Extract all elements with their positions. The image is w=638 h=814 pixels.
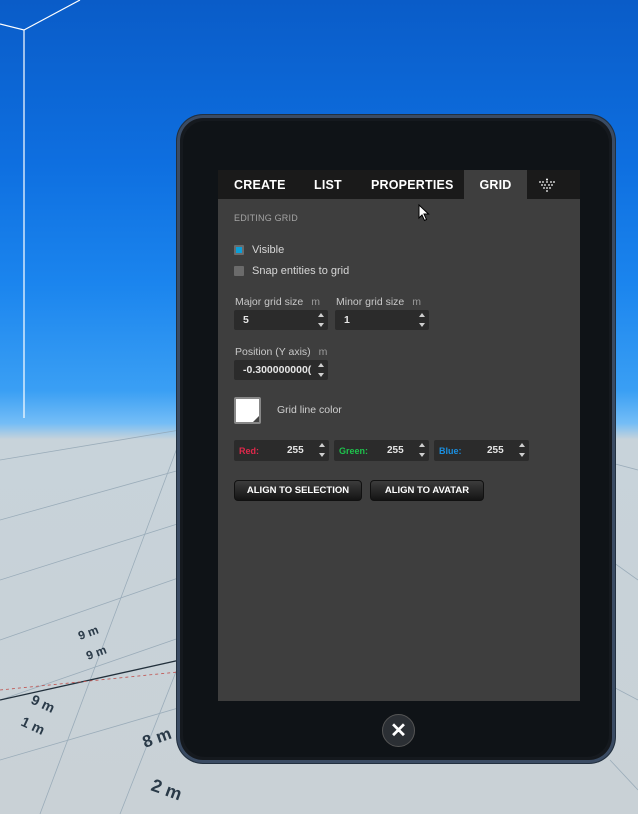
tab-list[interactable]: LIST <box>298 170 355 199</box>
green-value: 255 <box>387 445 404 456</box>
scene-label: 9 m <box>29 691 58 716</box>
major-grid-size-label: Major grid size m <box>235 296 320 308</box>
green-label: Green: <box>339 445 369 456</box>
major-grid-size-stepper[interactable] <box>317 313 325 327</box>
green-stepper[interactable] <box>418 443 426 457</box>
position-y-stepper[interactable] <box>317 363 325 377</box>
snap-checkbox[interactable] <box>234 266 244 276</box>
minor-grid-size-text: Minor grid size <box>336 296 405 308</box>
red-label: Red: <box>239 445 259 456</box>
position-unit: m <box>318 346 328 358</box>
minor-grid-size-value: 1 <box>344 314 350 326</box>
grid-color-label: Grid line color <box>277 404 342 416</box>
tablet-screen: CREATE LIST PROPERTIES GRID EDITING GRID… <box>218 170 580 701</box>
marketplace-tab[interactable] <box>527 170 567 199</box>
tab-properties[interactable]: PROPERTIES <box>355 170 464 199</box>
marketplace-icon <box>539 178 555 192</box>
blue-label: Blue: <box>439 445 462 456</box>
major-unit: m <box>311 296 321 308</box>
tab-bar: CREATE LIST PROPERTIES GRID <box>218 170 580 199</box>
scene-label: 9 m <box>76 623 100 643</box>
red-value: 255 <box>287 445 304 456</box>
major-grid-size-text: Major grid size <box>235 296 304 308</box>
section-title: EDITING GRID <box>234 213 298 223</box>
arrow-down-icon[interactable] <box>519 453 525 457</box>
ground-axis <box>0 671 179 691</box>
arrow-down-icon[interactable] <box>419 453 425 457</box>
align-to-selection-button[interactable]: ALIGN TO SELECTION <box>234 480 362 501</box>
scene-label: 8 m <box>140 724 174 752</box>
arrow-up-icon[interactable] <box>419 443 425 447</box>
ground-axis <box>0 659 181 701</box>
major-grid-size-input[interactable]: 5 <box>234 310 328 330</box>
blue-value: 255 <box>487 445 504 456</box>
arrow-up-icon[interactable] <box>419 313 425 317</box>
color-picker-corner-icon <box>253 416 259 422</box>
arrow-down-icon[interactable] <box>318 373 324 377</box>
position-y-input[interactable]: -0.300000000( <box>234 360 328 380</box>
scene-label: 1 m <box>19 713 48 738</box>
grid-color-swatch[interactable] <box>234 397 261 424</box>
green-input[interactable]: Green: 255 <box>334 440 429 461</box>
red-input[interactable]: Red: 255 <box>234 440 329 461</box>
minor-grid-size-stepper[interactable] <box>418 313 426 327</box>
minor-grid-size-label: Minor grid size m <box>336 296 421 308</box>
align-to-avatar-button[interactable]: ALIGN TO AVATAR <box>370 480 484 501</box>
snap-checkbox-row[interactable]: Snap entities to grid <box>234 265 349 277</box>
red-stepper[interactable] <box>318 443 326 457</box>
arrow-down-icon[interactable] <box>319 453 325 457</box>
minor-unit: m <box>412 296 422 308</box>
close-icon: ✕ <box>390 720 407 742</box>
selection-box-edge <box>0 0 81 31</box>
mouse-cursor-icon <box>418 204 430 222</box>
visible-checkbox[interactable] <box>234 245 244 255</box>
close-tablet-button[interactable]: ✕ <box>382 714 415 747</box>
arrow-up-icon[interactable] <box>519 443 525 447</box>
blue-stepper[interactable] <box>518 443 526 457</box>
position-label: Position (Y axis) m <box>235 346 327 358</box>
arrow-down-icon[interactable] <box>419 323 425 327</box>
minor-grid-size-input[interactable]: 1 <box>335 310 429 330</box>
major-grid-size-value: 5 <box>243 314 249 326</box>
position-text: Position (Y axis) <box>235 346 311 358</box>
snap-label: Snap entities to grid <box>252 265 350 277</box>
arrow-down-icon[interactable] <box>318 323 324 327</box>
arrow-up-icon[interactable] <box>318 363 324 367</box>
arrow-up-icon[interactable] <box>319 443 325 447</box>
position-y-value: -0.300000000( <box>243 364 312 376</box>
tab-grid[interactable]: GRID <box>464 170 527 199</box>
blue-input[interactable]: Blue: 255 <box>434 440 529 461</box>
tab-create[interactable]: CREATE <box>218 170 298 199</box>
visible-label: Visible <box>252 244 285 256</box>
visible-checkbox-row[interactable]: Visible <box>234 244 284 256</box>
scene-label: 2 m <box>149 775 185 804</box>
scene-label: 9 m <box>84 643 108 663</box>
arrow-up-icon[interactable] <box>318 313 324 317</box>
